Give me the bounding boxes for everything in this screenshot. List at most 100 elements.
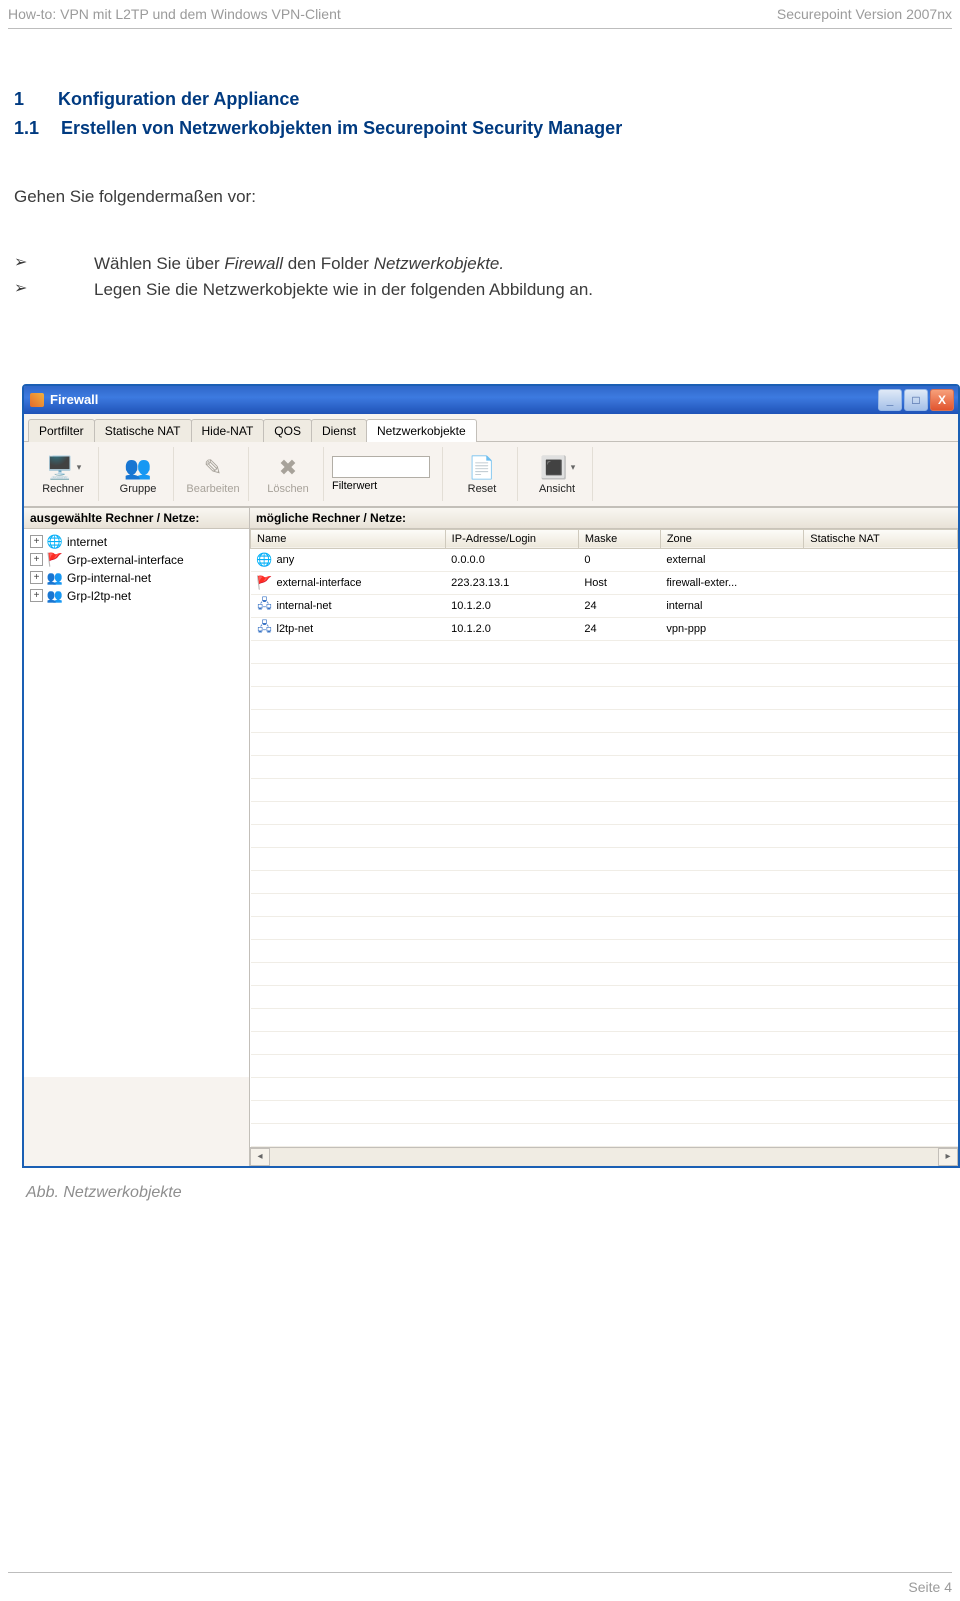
cell: Host [578,571,660,594]
scroll-left-button[interactable]: ◂ [250,1148,270,1166]
table-row-empty [251,962,958,985]
group-icon: 👥 [47,570,63,586]
edit-icon: ✎ [198,453,228,483]
globe-icon: 🌐 [257,552,273,568]
cell: 10.1.2.0 [445,594,578,617]
section-title: Konfiguration der Appliance [58,89,299,110]
cell-name: l2tp-net [277,623,314,635]
cell: 223.23.13.1 [445,571,578,594]
column-header[interactable]: Maske [578,529,660,548]
network-icon: 🖧 [257,621,273,637]
table-row-empty [251,686,958,709]
tab-dienst[interactable]: Dienst [311,419,367,442]
cell [804,548,958,571]
tab-netzwerkobjekte[interactable]: Netzwerkobjekte [366,419,477,442]
tool-filterwert: Filterwert [328,447,443,501]
window-titlebar[interactable]: Firewall _ □ X [24,386,958,414]
table-row[interactable]: 🖧internal-net10.1.2.024internal [251,594,958,617]
toolbar: 🖥️▾ Rechner 👥 Gruppe ✎ Bearbeiten ✖ Lösc… [24,442,958,507]
cell: vpn-ppp [660,617,803,640]
tool-loeschen[interactable]: ✖ Löschen [253,447,324,501]
horizontal-scrollbar[interactable]: ◂ ▸ [250,1147,958,1166]
bullet-icon: ➢ [14,251,30,277]
table-row-empty [251,1123,958,1146]
table-row-empty [251,985,958,1008]
table-row-empty [251,1054,958,1077]
tree-expander[interactable]: + [30,553,43,566]
tool-bearbeiten-label: Bearbeiten [186,483,239,495]
column-header[interactable]: IP-Adresse/Login [445,529,578,548]
table-row[interactable]: 🚩external-interface223.23.13.1Hostfirewa… [251,571,958,594]
pc-icon: 🖥️ [45,453,75,483]
cell: firewall-exter... [660,571,803,594]
table-row[interactable]: 🌐any0.0.0.00external [251,548,958,571]
tool-ansicht[interactable]: 🔳▾ Ansicht [522,447,593,501]
tree-item[interactable]: + 🌐 internet [26,533,247,551]
table-row-empty [251,778,958,801]
scroll-right-button[interactable]: ▸ [938,1148,958,1166]
bullet-1: Wählen Sie über Firewall den Folder Netz… [94,251,504,277]
shield-icon [30,393,44,407]
tree-expander[interactable]: + [30,571,43,584]
table-row-empty [251,893,958,916]
table-row-empty [251,1100,958,1123]
window-minimize-button[interactable]: _ [878,389,902,411]
tool-gruppe[interactable]: 👥 Gruppe [103,447,174,501]
tab-statische-nat[interactable]: Statische NAT [94,419,192,442]
column-header[interactable]: Name [251,529,446,548]
table-row-empty [251,870,958,893]
flag-icon: 🚩 [47,552,63,568]
scroll-track[interactable] [270,1149,938,1165]
tool-gruppe-label: Gruppe [120,483,157,495]
view-icon: 🔳 [539,453,569,483]
tree-item[interactable]: +🚩Grp-external-interface [26,551,247,569]
column-header[interactable]: Zone [660,529,803,548]
tree-item[interactable]: + 👥 Grp-internal-net [26,569,247,587]
cell: 0 [578,548,660,571]
tree-item-label: internet [67,535,107,549]
tree-item[interactable]: +👥Grp-l2tp-net [26,587,247,605]
tool-loeschen-label: Löschen [267,483,309,495]
left-pane-title: ausgewählte Rechner / Netze: [24,508,249,529]
tree-item-label: Grp-l2tp-net [67,589,131,603]
tree-view[interactable]: +🌐internet+🚩Grp-external-interface+👥Grp-… [24,529,249,1077]
tab-hide-nat[interactable]: Hide-NAT [191,419,265,442]
cell-name: any [277,554,295,566]
table-row-empty [251,939,958,962]
cell: 0.0.0.0 [445,548,578,571]
page-header-left: How-to: VPN mit L2TP und dem Windows VPN… [8,6,341,22]
tool-bearbeiten[interactable]: ✎ Bearbeiten [178,447,249,501]
table-row-empty [251,640,958,663]
filter-input[interactable] [332,456,430,478]
tab-qos[interactable]: QOS [263,419,312,442]
bullet-1-prefix: Wählen Sie über [94,254,224,273]
bullet-2: Legen Sie die Netzwerkobjekte wie in der… [94,277,593,303]
window-close-button[interactable]: X [930,389,954,411]
window-maximize-button[interactable]: □ [904,389,928,411]
tool-reset[interactable]: 📄 Reset [447,447,518,501]
tree-expander[interactable]: + [30,589,43,602]
bullet-1-italic-2: Netzwerkobjekte. [374,254,504,273]
globe-icon: 🌐 [47,534,63,550]
intro-text: Gehen Sie folgendermaßen vor: [14,187,950,207]
subsection-title: Erstellen von Netzwerkobjekten im Secure… [61,118,622,139]
table-row-empty [251,916,958,939]
tab-portfilter[interactable]: Portfilter [28,419,95,442]
cell [804,571,958,594]
table-row-empty [251,1008,958,1031]
tab-strip: PortfilterStatische NATHide-NATQOSDienst… [24,414,958,442]
tree-item-label: Grp-internal-net [67,571,151,585]
network-icon: 🖧 [257,598,273,614]
tool-rechner[interactable]: 🖥️▾ Rechner [28,447,99,501]
page-number: Seite 4 [8,1573,952,1595]
column-header[interactable]: Statische NAT [804,529,958,548]
cell [804,617,958,640]
bullet-1-italic-1: Firewall [224,254,283,273]
tree-expander[interactable]: + [30,535,43,548]
table-row-empty [251,801,958,824]
chevron-down-icon: ▾ [77,462,82,473]
tool-ansicht-label: Ansicht [539,483,575,495]
table-row[interactable]: 🖧l2tp-net10.1.2.024vpn-ppp [251,617,958,640]
firewall-window: Firewall _ □ X PortfilterStatische NATHi… [22,384,960,1168]
page-header-right: Securepoint Version 2007nx [777,6,952,22]
